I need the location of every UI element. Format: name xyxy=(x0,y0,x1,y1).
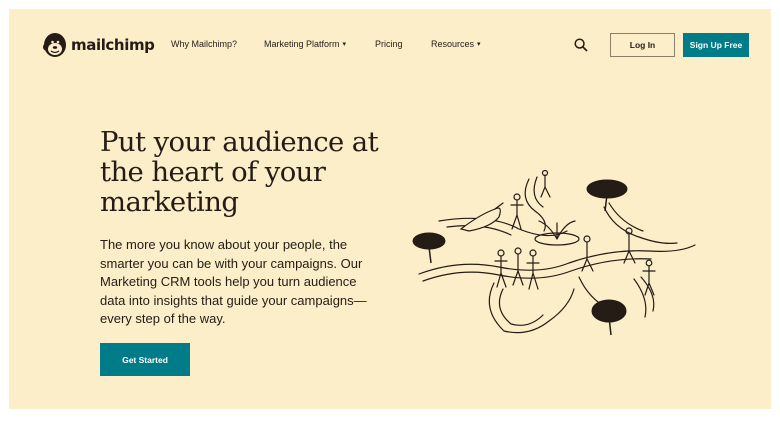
hero-body-line: every step of the way. xyxy=(100,311,226,327)
hero-body-line: data into insights that guide your campa… xyxy=(100,292,367,308)
nav-pricing[interactable]: Pricing xyxy=(375,39,403,49)
hero-body-line: Marketing CRM tools help you turn audien… xyxy=(100,274,357,290)
freddie-icon xyxy=(43,33,66,57)
chevron-down-icon: ▾ xyxy=(342,41,347,48)
hero-title: Put your audience at the heart of your m… xyxy=(100,127,400,217)
nav-resources[interactable]: Resources ▾ xyxy=(431,39,481,49)
hero-description: The more you know about your people, the… xyxy=(100,236,400,329)
hero-title-line: Put your audience at xyxy=(100,126,379,158)
search-icon[interactable] xyxy=(574,38,588,52)
signup-button[interactable]: Sign Up Free xyxy=(683,33,749,57)
page-background: mailchimp Why Mailchimp? Marketing Platf… xyxy=(9,9,771,409)
mailchimp-logo[interactable]: mailchimp xyxy=(41,30,155,60)
nav-label: Pricing xyxy=(375,39,403,49)
hero-body-line: smarter you can be with your campaigns. … xyxy=(100,255,363,271)
nav-marketing-platform[interactable]: Marketing Platform ▾ xyxy=(264,39,346,49)
get-started-button[interactable]: Get Started xyxy=(100,343,190,376)
brand-wordmark: mailchimp xyxy=(71,36,155,54)
people-on-paths-illustration xyxy=(412,169,696,336)
nav-label: Why Mailchimp? xyxy=(171,39,238,49)
hero-title-line: the heart of your xyxy=(100,156,326,188)
nav-label: Resources xyxy=(431,39,475,49)
chevron-down-icon: ▾ xyxy=(477,41,481,48)
hero-body-line: The more you know about your people, the xyxy=(100,237,348,252)
hero-title-line: marketing xyxy=(100,186,239,218)
nav-label: Marketing Platform xyxy=(264,39,340,49)
nav-why-mailchimp[interactable]: Why Mailchimp? xyxy=(171,39,237,49)
login-button[interactable]: Log In xyxy=(610,33,675,57)
